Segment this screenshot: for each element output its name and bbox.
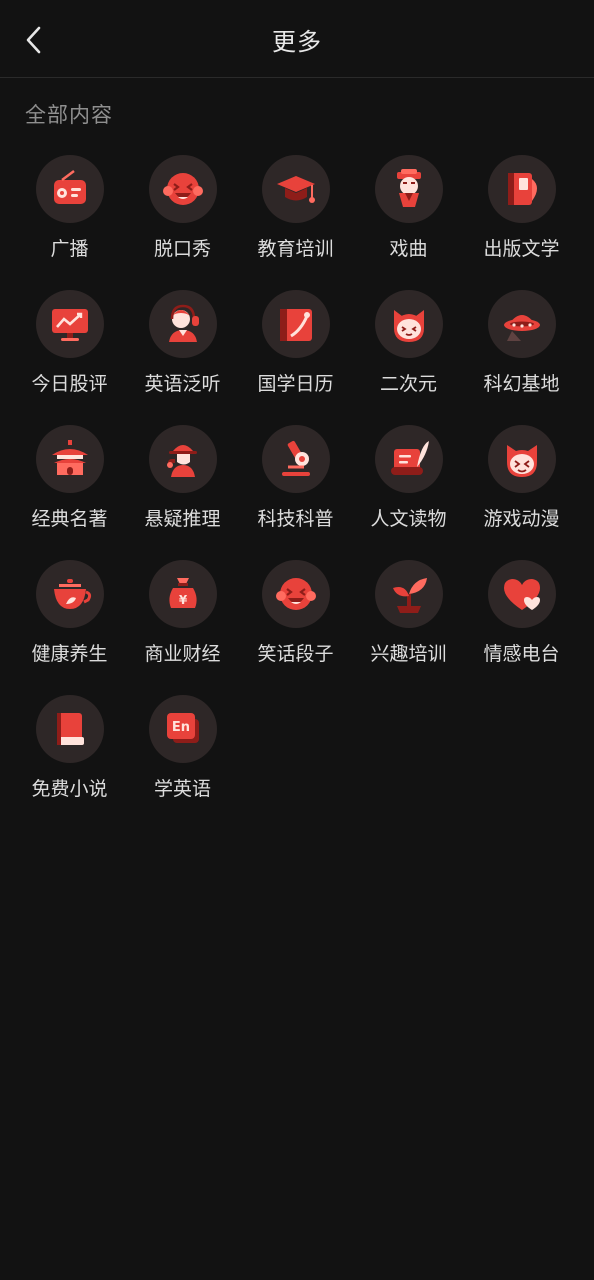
category-item[interactable]: 出版文学 [465, 155, 578, 290]
headset-icon [148, 290, 217, 358]
page-title: 更多 [272, 28, 322, 56]
temple-icon [35, 425, 104, 493]
category-label: 今日股评 [31, 373, 108, 395]
category-label: 经典名著 [31, 508, 108, 530]
category-item[interactable]: 经典名著 [13, 425, 126, 560]
anime-icon [374, 290, 443, 358]
category-label: 学英语 [153, 778, 211, 800]
category-label: 悬疑推理 [144, 508, 221, 530]
category-item[interactable]: 英语泛听 [126, 290, 239, 425]
en-icon: En [148, 695, 217, 763]
ufo-icon [487, 290, 556, 358]
category-item[interactable]: 国学日历 [239, 290, 352, 425]
grad-cap-icon [261, 155, 330, 223]
category-item[interactable]: 笑话段子 [239, 560, 352, 695]
category-grid: 广播 脱口秀 教育培训 戏曲 出版文学今日股评 英语泛听 国学日历 二次元 科幻基地经典名著 悬疑… [13, 155, 583, 830]
category-label: 人文读物 [370, 508, 447, 530]
category-item[interactable]: En 学英语 [126, 695, 239, 830]
category-item[interactable]: 人文读物 [352, 425, 465, 560]
category-item[interactable]: 悬疑推理 [126, 425, 239, 560]
app-screen: 更多 全部内容 广播 脱口秀 教育培训 戏曲 出版文学今日股评 英语泛听 国学日历 二次元 科幻… [0, 0, 594, 1280]
opera-icon [374, 155, 443, 223]
svg-text:En: En [171, 720, 189, 735]
sprout-icon [374, 560, 443, 628]
category-label: 游戏动漫 [483, 508, 560, 530]
category-label: 国学日历 [257, 373, 334, 395]
chart-icon [35, 290, 104, 358]
category-item[interactable]: 教育培训 [239, 155, 352, 290]
category-label: 兴趣培训 [370, 643, 447, 665]
category-item[interactable]: 广播 [13, 155, 126, 290]
category-label: 情感电台 [483, 643, 560, 665]
category-item[interactable]: 科技科普 [239, 425, 352, 560]
category-item[interactable]: 兴趣培训 [352, 560, 465, 695]
microscope-icon [261, 425, 330, 493]
category-item[interactable]: 脱口秀 [126, 155, 239, 290]
book-icon [487, 155, 556, 223]
category-item[interactable]: 情感电台 [465, 560, 578, 695]
category-label: 出版文学 [483, 238, 560, 260]
category-label: 戏曲 [389, 238, 428, 260]
category-label: 二次元 [379, 373, 437, 395]
heart-icon [487, 560, 556, 628]
category-item[interactable]: 健康养生 [13, 560, 126, 695]
category-item[interactable]: ¥ 商业财经 [126, 560, 239, 695]
category-item[interactable]: 二次元 [352, 290, 465, 425]
novel-icon [35, 695, 104, 763]
scroll-icon [374, 425, 443, 493]
category-item[interactable]: 戏曲 [352, 155, 465, 290]
radio-icon [35, 155, 104, 223]
detective-icon [148, 425, 217, 493]
category-label: 商业财经 [144, 643, 221, 665]
category-label: 笑话段子 [257, 643, 334, 665]
section-title: 全部内容 [25, 103, 113, 127]
moneybag-icon: ¥ [148, 560, 217, 628]
category-label: 广播 [50, 238, 89, 260]
header: 更多 [0, 0, 594, 78]
teapot-icon [35, 560, 104, 628]
category-label: 健康养生 [31, 643, 108, 665]
category-label: 英语泛听 [144, 373, 221, 395]
svg-text:¥: ¥ [178, 593, 187, 607]
category-label: 教育培训 [257, 238, 334, 260]
laugh-icon [261, 560, 330, 628]
category-label: 免费小说 [31, 778, 108, 800]
category-item[interactable]: 免费小说 [13, 695, 126, 830]
category-item[interactable]: 科幻基地 [465, 290, 578, 425]
category-label: 科幻基地 [483, 373, 560, 395]
category-item[interactable]: 今日股评 [13, 290, 126, 425]
laugh-icon [148, 155, 217, 223]
calendar-icon [261, 290, 330, 358]
cat-icon [487, 425, 556, 493]
category-label: 科技科普 [257, 508, 334, 530]
category-item[interactable]: 游戏动漫 [465, 425, 578, 560]
category-label: 脱口秀 [153, 238, 211, 260]
